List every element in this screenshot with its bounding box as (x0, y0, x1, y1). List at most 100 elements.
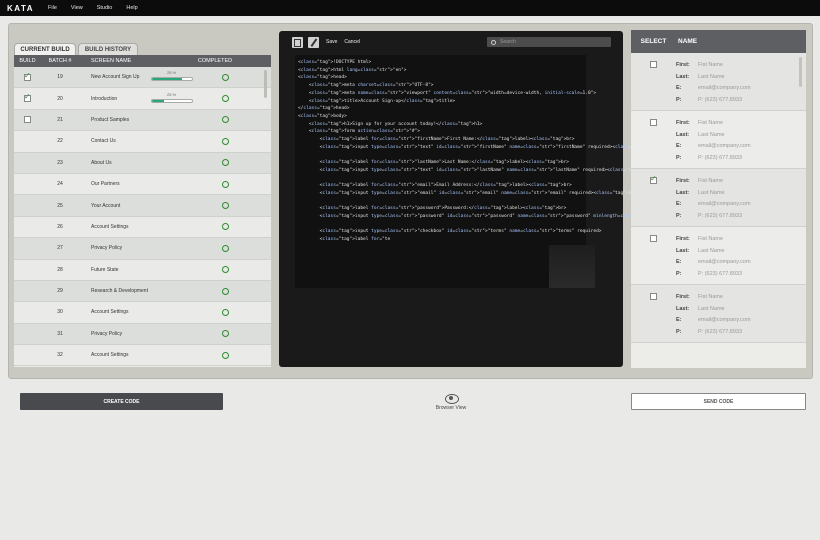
table-row[interactable]: 24 Our Partners (14, 173, 271, 196)
screen-name: New Account Sign Up (91, 74, 140, 81)
build-checkbox[interactable] (24, 116, 31, 124)
completed-cell (209, 330, 271, 338)
table-row[interactable]: 32 Account Settings (14, 345, 271, 367)
table-row[interactable]: 20 Introduction 25 % (14, 88, 271, 110)
screen-name: About Us (91, 159, 112, 166)
table-row[interactable]: 19 New Account Sign Up 25 % (14, 67, 271, 89)
completed-cell (209, 287, 271, 295)
table-row[interactable]: 28 Future State (14, 259, 271, 281)
completed-indicator[interactable] (221, 266, 229, 274)
build-cell (14, 92, 41, 103)
menu-view[interactable]: View (71, 5, 83, 11)
edit-icon[interactable] (308, 36, 319, 48)
search-input[interactable] (500, 39, 600, 45)
first-name-value: Fist Name (698, 61, 724, 68)
completed-indicator[interactable] (221, 137, 229, 145)
table-row[interactable]: 29 Research & Development (14, 280, 271, 303)
last-name-field: Last: Last Name (676, 71, 751, 83)
contact-row[interactable]: First: Fist Name Last: Last Name E: email@c… (631, 111, 806, 169)
select-checkbox[interactable] (650, 119, 657, 126)
last-name-field: Last: Last Name (676, 303, 751, 315)
completed-indicator[interactable] (221, 287, 229, 295)
completed-indicator[interactable] (221, 351, 229, 359)
tab-current-build[interactable]: CURRENT BUILD (14, 43, 76, 55)
contact-row[interactable]: First: Fist Name Last: Last Name E: email@c… (631, 53, 806, 111)
table-row[interactable]: 21 Product Samples (14, 109, 271, 132)
contact-list-scrollbar[interactable] (799, 57, 802, 87)
completed-indicator[interactable] (221, 159, 229, 167)
progress-fill (152, 99, 164, 102)
last-name-value: Last Name (698, 131, 725, 138)
completed-indicator[interactable] (221, 330, 229, 338)
progress-fill (152, 78, 182, 81)
send-code-button[interactable]: SEND CODE (631, 393, 806, 410)
table-row[interactable]: 30 Account Settings (14, 302, 271, 324)
table-row[interactable]: 27 Privacy Policy (14, 238, 271, 260)
last-label: Last: (676, 189, 690, 196)
completed-indicator[interactable] (221, 223, 229, 231)
completed-indicator[interactable] (221, 308, 229, 316)
completed-indicator[interactable] (221, 244, 229, 252)
table-row[interactable]: 25 Your Account (14, 195, 271, 217)
contact-row[interactable]: First: Fist Name Last: Last Name E: email@c… (631, 227, 806, 285)
completed-indicator[interactable] (221, 202, 229, 210)
build-checkbox[interactable] (24, 92, 31, 103)
select-checkbox[interactable] (650, 61, 657, 68)
build-list-scrollbar[interactable] (264, 70, 267, 98)
contact-row[interactable]: First: Fist Name Last: Last Name E: email@c… (631, 285, 806, 343)
tab-build-history[interactable]: BUILD HISTORY (78, 43, 138, 55)
header-build: BUILD (19, 58, 36, 64)
phone-field: P: P: (623) 677.8933 (676, 268, 751, 280)
completed-cell (209, 95, 271, 103)
completed-indicator[interactable] (221, 180, 229, 188)
build-table-header: BUILD BATCH # SCREEN NAME COMPLETED (14, 55, 271, 67)
email-field: E: email@company.com (676, 82, 751, 94)
create-code-button[interactable]: CREATE CODE (20, 393, 223, 410)
select-cell (631, 169, 676, 226)
progress-cell (149, 199, 209, 213)
completed-indicator[interactable] (221, 116, 229, 124)
menu-help[interactable]: Help (126, 5, 137, 11)
batch-number: 25 (57, 202, 63, 209)
build-checkbox[interactable] (24, 71, 31, 81)
browser-view-button[interactable]: Browser View (427, 393, 475, 411)
table-row[interactable]: 31 Privacy Policy (14, 323, 271, 346)
select-cell (631, 227, 676, 284)
completed-cell (209, 223, 271, 231)
completed-indicator[interactable] (221, 73, 229, 81)
progress-bar (151, 77, 193, 82)
first-label: First: (676, 177, 690, 184)
table-row[interactable]: 26 Account Settings (14, 216, 271, 239)
menu-file[interactable]: File (48, 5, 57, 11)
first-label: First: (676, 119, 690, 126)
table-row[interactable]: 23 About Us (14, 152, 271, 174)
progress-cell (149, 348, 209, 362)
code-editor: Save Cancel <class="tag">!DOCTYPE html><… (279, 31, 732, 367)
completed-cell (209, 266, 271, 274)
contact-row[interactable]: First: Fist Name Last: Last Name E: email@c… (631, 169, 806, 227)
select-panel: SELECT NAME First: Fist Name Last: Last Na… (631, 30, 806, 368)
select-checkbox[interactable] (650, 235, 657, 242)
build-cell (14, 71, 41, 81)
completed-indicator[interactable] (221, 95, 229, 103)
select-checkbox[interactable] (650, 174, 657, 184)
batch-number: 31 (57, 330, 63, 337)
select-checkbox[interactable] (650, 293, 657, 300)
progress-cell (149, 284, 209, 298)
save-button[interactable]: Save (326, 39, 337, 45)
phone-field: P: P: (623) 677.8933 (676, 326, 751, 338)
progress-bar (151, 98, 193, 103)
phone-label: P: (676, 270, 682, 277)
menu-studio[interactable]: Studio (97, 5, 113, 11)
phone-field: P: P: (623) 677.8933 (676, 210, 751, 222)
screen-name: Introduction (91, 95, 118, 102)
copy-icon[interactable] (292, 36, 303, 48)
email-value: email@company.com (698, 85, 751, 92)
table-row[interactable]: 22 Contact Us (14, 131, 271, 153)
progress-cell (149, 177, 209, 191)
cancel-button[interactable]: Cancel (344, 39, 360, 45)
last-label: Last: (676, 247, 690, 254)
completed-cell (209, 73, 271, 81)
batch-number: 22 (57, 138, 63, 145)
email-label: E: (676, 143, 682, 150)
